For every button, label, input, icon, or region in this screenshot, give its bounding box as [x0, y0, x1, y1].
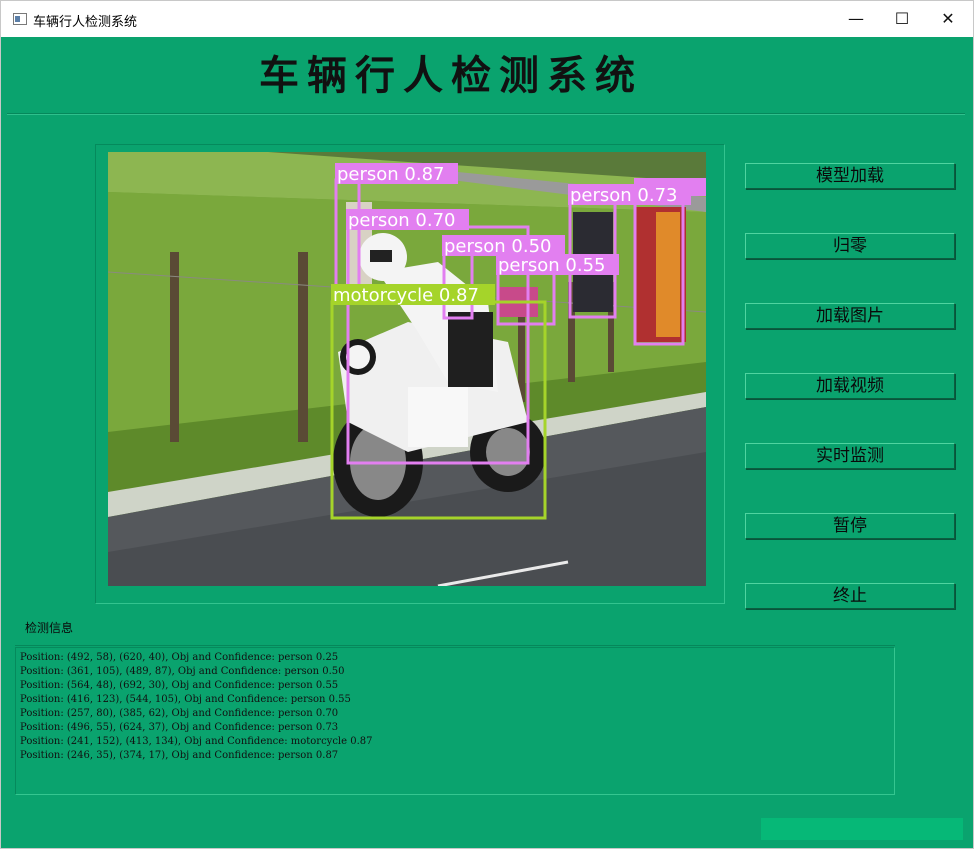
load-video-button[interactable]: 加载视频: [745, 373, 955, 399]
info-line: Position: (416, 123), (544, 105), Obj an…: [20, 694, 351, 705]
load-image-button[interactable]: 加载图片: [745, 303, 955, 329]
pause-button[interactable]: 暂停: [745, 513, 955, 539]
title-divider: [7, 113, 965, 115]
detection-label: person 0.87: [337, 164, 445, 185]
title-bar: 车辆行人检测系统 — ☐ ✕: [1, 1, 973, 37]
info-line: Position: (257, 80), (385, 62), Obj and …: [20, 708, 339, 719]
info-line: Position: (361, 105), (489, 87), Obj and…: [20, 666, 345, 677]
load-model-button[interactable]: 模型加载: [745, 163, 955, 189]
maximize-button[interactable]: ☐: [879, 1, 925, 37]
detection-label: person 0.55: [498, 255, 606, 276]
info-line: Position: (564, 48), (692, 30), Obj and …: [20, 680, 339, 691]
detection-label: person 0.73: [570, 185, 678, 206]
reset-button[interactable]: 归零: [745, 233, 955, 259]
close-button[interactable]: ✕: [925, 1, 971, 37]
stop-button[interactable]: 终止: [745, 583, 955, 609]
detection-label: motorcycle 0.87: [333, 285, 479, 306]
realtime-monitor-button[interactable]: 实时监测: [745, 443, 955, 469]
status-bar: [761, 818, 963, 840]
page-title: 车辆行人检测系统: [259, 52, 643, 99]
app-icon: [13, 13, 27, 25]
info-divider: [15, 645, 895, 646]
info-line: Position: (246, 35), (374, 17), Obj and …: [20, 750, 339, 761]
info-line: Position: (492, 58), (620, 40), Obj and …: [20, 652, 339, 663]
detection-info-label: 检测信息: [25, 621, 74, 635]
info-line: Position: (241, 152), (413, 134), Obj an…: [20, 736, 373, 747]
app-window: 车辆行人检测系统 — ☐ ✕ 车辆行人检测系统 person 0.87 pers…: [0, 0, 974, 849]
detection-info-textbox[interactable]: Position: (492, 58), (620, 40), Obj and …: [15, 647, 895, 795]
window-title: 车辆行人检测系统: [33, 15, 138, 30]
info-line: Position: (496, 55), (624, 37), Obj and …: [20, 722, 339, 733]
detection-label: person 0.50: [444, 236, 552, 257]
detection-image: person 0.87 person 0.70 person 0.50 pers…: [108, 152, 706, 586]
minimize-button[interactable]: —: [833, 1, 879, 37]
detection-label: person 0.70: [348, 210, 456, 231]
